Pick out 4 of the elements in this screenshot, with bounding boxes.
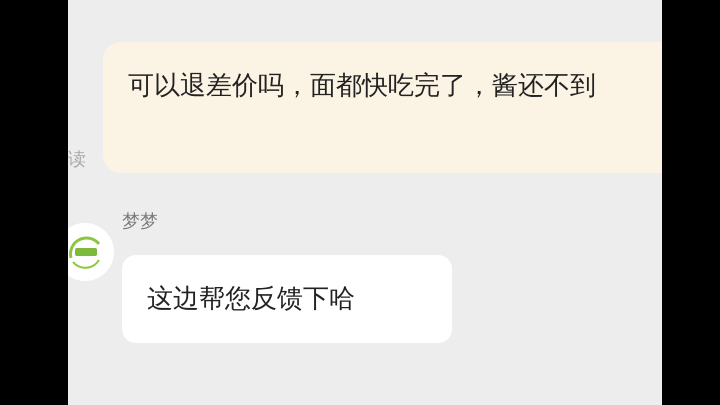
message-bubble: 这边帮您反馈下哈: [122, 255, 452, 343]
message-bubble: 可以退差价吗，面都快吃完了，酱还不到: [103, 42, 662, 173]
read-status: 读: [68, 151, 86, 169]
sender-name: 梦梦: [122, 213, 159, 231]
